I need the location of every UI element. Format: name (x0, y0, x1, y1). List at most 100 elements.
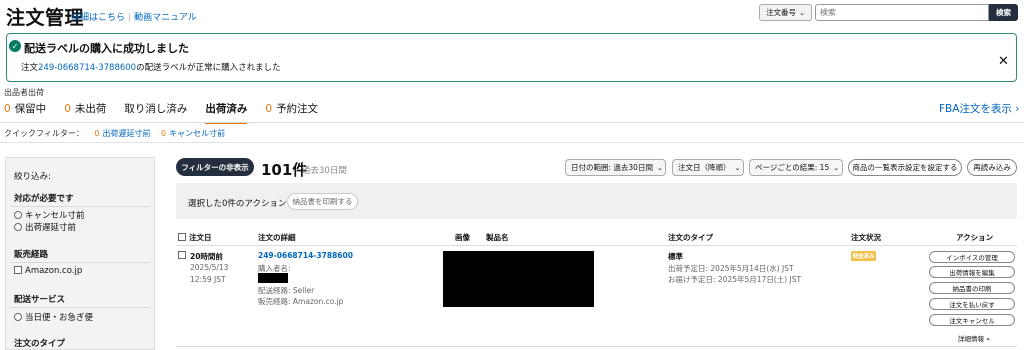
sort-label: 注文日（降順） (678, 163, 731, 172)
quick-filter-text: 出荷遅延寸前 (102, 129, 151, 138)
chevron-down-icon: ⌄ (833, 163, 840, 172)
result-period: 過去30日間 (302, 166, 347, 176)
deliver-by-date: お届け予定日: 2025年5月17日(土) JST (668, 275, 802, 284)
table-header-divider (176, 245, 1017, 246)
details-link[interactable]: 詳細はこちら (71, 13, 125, 23)
cancel-order-button[interactable]: 注文キャンセル (929, 314, 1015, 326)
seller-fulfilled-label: 出品者出荷 (4, 88, 44, 97)
refund-order-button[interactable]: 注文を払い戻す (929, 298, 1015, 310)
tab-count: 0 (4, 103, 11, 115)
link-separator: | (128, 13, 132, 23)
redacted-product-area (443, 251, 594, 307)
column-header-product: 製品名 (486, 233, 509, 242)
sort-select[interactable]: 注文日（降順） ⌄ (672, 159, 744, 176)
chevron-down-icon: ⌄ (656, 163, 663, 172)
radio-button[interactable] (14, 223, 22, 231)
radio-button[interactable] (14, 211, 22, 219)
order-id-link[interactable]: 249-0668714-3788600 (258, 251, 353, 260)
quick-filter-text: キャンセル寸前 (169, 129, 226, 138)
alert-message: 注文249-0668714-3788600の配送ラベルが正常に購入されました (21, 61, 281, 73)
sidebar-section-shipping: 配送サービス (14, 295, 66, 305)
alert-msg-suffix: の配送ラベルが正常に購入されました (136, 63, 281, 73)
tab-pending[interactable]: 0 保留中 (4, 101, 46, 124)
column-header-image: 画像 (455, 233, 470, 242)
edit-shipment-button[interactable]: 出荷情報を編集 (929, 266, 1015, 278)
date-range-label: 日付の範囲: 過去30日間 (571, 163, 653, 172)
sales-channel: 販売経路: Amazon.co.jp (258, 297, 344, 306)
quick-filter-divider (0, 142, 1024, 143)
order-date: 2025/5/13 (190, 263, 229, 272)
chevron-down-icon: ⌄ (734, 163, 741, 172)
sidebar-divider (10, 307, 150, 308)
sidebar-divider (10, 206, 150, 207)
close-icon[interactable]: ✕ (998, 54, 1009, 69)
checkbox[interactable] (14, 266, 22, 274)
sidebar-section-action-required: 対応が必要です (14, 194, 74, 204)
quick-filter-count: 0 (94, 129, 100, 138)
tab-label: 予約注文 (276, 103, 319, 115)
column-header-details: 注文の詳細 (258, 233, 296, 242)
order-time: 12:59 JST (190, 275, 226, 284)
reload-button[interactable]: 再読み込み (967, 159, 1017, 176)
chevron-down-icon: ⌄ (799, 8, 805, 17)
tabs-divider (0, 122, 1024, 123)
ship-by-date: 出荷予定日: 2025年5月14日(水) JST (668, 264, 794, 273)
tab-preorder[interactable]: 0 予約注文 (265, 101, 318, 124)
filter-option-label: Amazon.co.jp (25, 266, 83, 276)
filter-option-delay[interactable]: 出荷遅延寸前 (14, 221, 76, 233)
column-header-action: アクション (956, 233, 994, 242)
tab-shipped[interactable]: 出荷済み (205, 101, 248, 124)
search-button[interactable]: 検索 (989, 4, 1018, 21)
quick-filter-count: 0 (161, 129, 167, 138)
quick-filter-late-ship[interactable]: 0 出荷遅延寸前 (94, 129, 150, 138)
row-select-cell (178, 251, 189, 260)
radio-button[interactable] (14, 313, 22, 321)
order-type: 標準 (668, 252, 683, 261)
more-details-link[interactable]: 詳細情報 » (958, 333, 990, 343)
per-page-label: ページごとの結果: 15 (755, 163, 830, 172)
date-range-select[interactable]: 日付の範囲: 過去30日間 ⌄ (565, 159, 666, 176)
filter-option-sameday[interactable]: 当日便・お急ぎ便 (14, 311, 93, 323)
print-packing-slip-button[interactable]: 納品書を印刷する (287, 193, 358, 210)
alert-title: 配送ラベルの購入に成功しました (24, 42, 189, 55)
hide-filters-button[interactable]: フィルターの非表示 (176, 158, 254, 176)
manage-invoice-button[interactable]: インボイスの管理 (929, 251, 1015, 263)
tab-label: 保留中 (14, 103, 47, 115)
per-page-select[interactable]: ページごとの結果: 15 ⌄ (749, 159, 843, 176)
search-input[interactable] (815, 4, 989, 21)
select-all-cell: 注文日 (178, 232, 212, 243)
tab-cancelled[interactable]: 取り消し済み (124, 101, 187, 124)
tab-unshipped[interactable]: 0 未出荷 (64, 101, 106, 124)
quick-filter-cancel[interactable]: 0 キャンセル寸前 (161, 129, 225, 138)
alert-order-link[interactable]: 249-0668714-3788600 (38, 63, 136, 73)
select-all-checkbox[interactable] (178, 233, 186, 241)
sidebar-divider (10, 262, 150, 263)
fba-orders-link[interactable]: FBA注文を表示 › (939, 101, 1019, 116)
search-field-select[interactable]: 注文番号 ⌄ (759, 4, 812, 21)
filter-option-label: 当日便・お急ぎ便 (25, 313, 94, 323)
column-settings-button[interactable]: 商品の一覧表示設定を設定する (848, 159, 962, 176)
column-header-status: 注文状況 (851, 233, 881, 242)
bulk-action-label: 選択した0件のアクション (188, 199, 287, 209)
fulfillment-route: 配送経路: Seller (258, 286, 315, 295)
order-age: 20時間前 (190, 252, 223, 261)
quick-filter-label: クイックフィルター： (4, 129, 84, 138)
sidebar-section-sales-channel: 販売経路 (14, 250, 49, 260)
row-checkbox[interactable] (178, 251, 186, 259)
table-row-divider (176, 346, 1017, 347)
tab-label: 未出荷 (74, 103, 107, 115)
check-circle-icon: ✓ (9, 40, 21, 52)
sidebar-title: 絞り込み: (14, 172, 51, 182)
filter-option-cancel[interactable]: キャンセル寸前 (14, 209, 85, 221)
filter-option-amazon[interactable]: Amazon.co.jp (14, 266, 82, 276)
filter-option-label: キャンセル寸前 (25, 211, 85, 221)
video-manual-link[interactable]: 動画マニュアル (134, 13, 197, 23)
column-header-date: 注文日 (189, 233, 212, 242)
result-count: 101件 (261, 161, 308, 179)
print-slip-button[interactable]: 納品書の印刷 (929, 282, 1015, 294)
order-tabs: 0 保留中 0 未出荷 取り消し済み 出荷済み 0 予約注文 (4, 101, 336, 124)
sidebar-section-order-type: 注文のタイプ (14, 339, 66, 349)
header-links: 詳細はこちら | 動画マニュアル (71, 10, 197, 23)
search-field-label: 注文番号 (766, 8, 797, 17)
quick-filter: クイックフィルター： 0 出荷遅延寸前 0 キャンセル寸前 (4, 128, 225, 139)
